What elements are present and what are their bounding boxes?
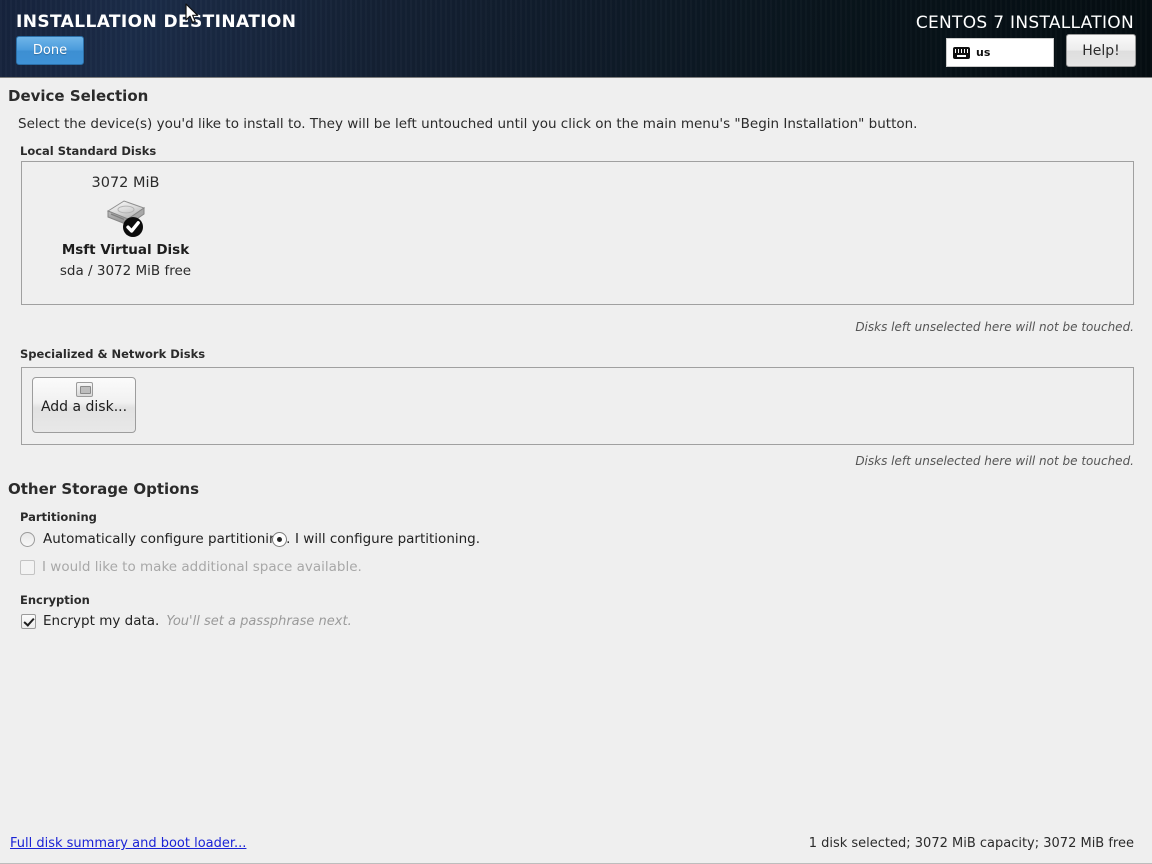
product-title: CENTOS 7 INSTALLATION	[916, 13, 1134, 33]
add-a-disk-button[interactable]: Add a disk...	[32, 377, 136, 433]
full-disk-summary-link[interactable]: Full disk summary and boot loader...	[10, 836, 246, 851]
selection-status: 1 disk selected; 3072 MiB capacity; 3072…	[809, 836, 1134, 851]
disk-tile-sda[interactable]: 3072 MiB	[38, 172, 213, 287]
radio-manual-partitioning-row[interactable]: I will configure partitioning.	[272, 531, 480, 547]
device-selection-description: Select the device(s) you'd like to insta…	[18, 116, 917, 132]
encrypt-data-hint: You'll set a passphrase next.	[166, 614, 351, 629]
partitioning-label: Partitioning	[20, 510, 97, 524]
footer-bar: Full disk summary and boot loader... 1 d…	[0, 825, 1152, 864]
disk-detail: sda / 3072 MiB free	[38, 263, 213, 279]
keyboard-layout-label: us	[976, 46, 990, 59]
local-disks-panel[interactable]: 3072 MiB	[21, 161, 1134, 305]
installation-destination-screen: INSTALLATION DESTINATION Done CENTOS 7 I…	[0, 0, 1152, 864]
done-button[interactable]: Done	[16, 36, 84, 65]
device-selection-heading: Device Selection	[8, 87, 148, 105]
radio-auto-partitioning-row[interactable]: Automatically configure partitioning.	[20, 531, 290, 547]
page-title: INSTALLATION DESTINATION	[16, 12, 296, 32]
encryption-label: Encryption	[20, 593, 90, 607]
app-header: INSTALLATION DESTINATION Done CENTOS 7 I…	[0, 0, 1152, 78]
local-disks-note: Disks left unselected here will not be t…	[855, 320, 1134, 334]
other-storage-options-heading: Other Storage Options	[8, 480, 199, 498]
encrypt-data-row[interactable]: Encrypt my data. You'll set a passphrase…	[21, 613, 352, 629]
disk-name: Msft Virtual Disk	[38, 242, 213, 258]
hard-disk-icon	[102, 197, 150, 239]
reclaim-space-label: I would like to make additional space av…	[42, 559, 362, 575]
radio-auto-partitioning[interactable]	[20, 532, 35, 547]
add-disk-label: Add a disk...	[33, 399, 135, 415]
add-disk-icon	[76, 382, 93, 397]
reclaim-space-checkbox	[20, 560, 35, 575]
local-disks-label: Local Standard Disks	[20, 144, 156, 158]
encrypt-data-checkbox[interactable]	[21, 614, 36, 629]
specialized-disks-label: Specialized & Network Disks	[20, 347, 205, 361]
radio-manual-partitioning[interactable]	[272, 532, 287, 547]
help-button[interactable]: Help!	[1066, 34, 1136, 67]
radio-auto-partitioning-label: Automatically configure partitioning.	[43, 531, 290, 547]
main-content: Device Selection Select the device(s) yo…	[0, 79, 1152, 825]
keyboard-layout-indicator[interactable]: us	[946, 38, 1054, 67]
specialized-disks-note: Disks left unselected here will not be t…	[855, 454, 1134, 468]
reclaim-space-row: I would like to make additional space av…	[20, 559, 362, 575]
specialized-disks-panel[interactable]: Add a disk...	[21, 367, 1134, 445]
disk-capacity: 3072 MiB	[38, 175, 213, 191]
encrypt-data-label: Encrypt my data.	[43, 613, 159, 629]
keyboard-icon	[953, 47, 970, 59]
radio-manual-partitioning-label: I will configure partitioning.	[295, 531, 480, 547]
